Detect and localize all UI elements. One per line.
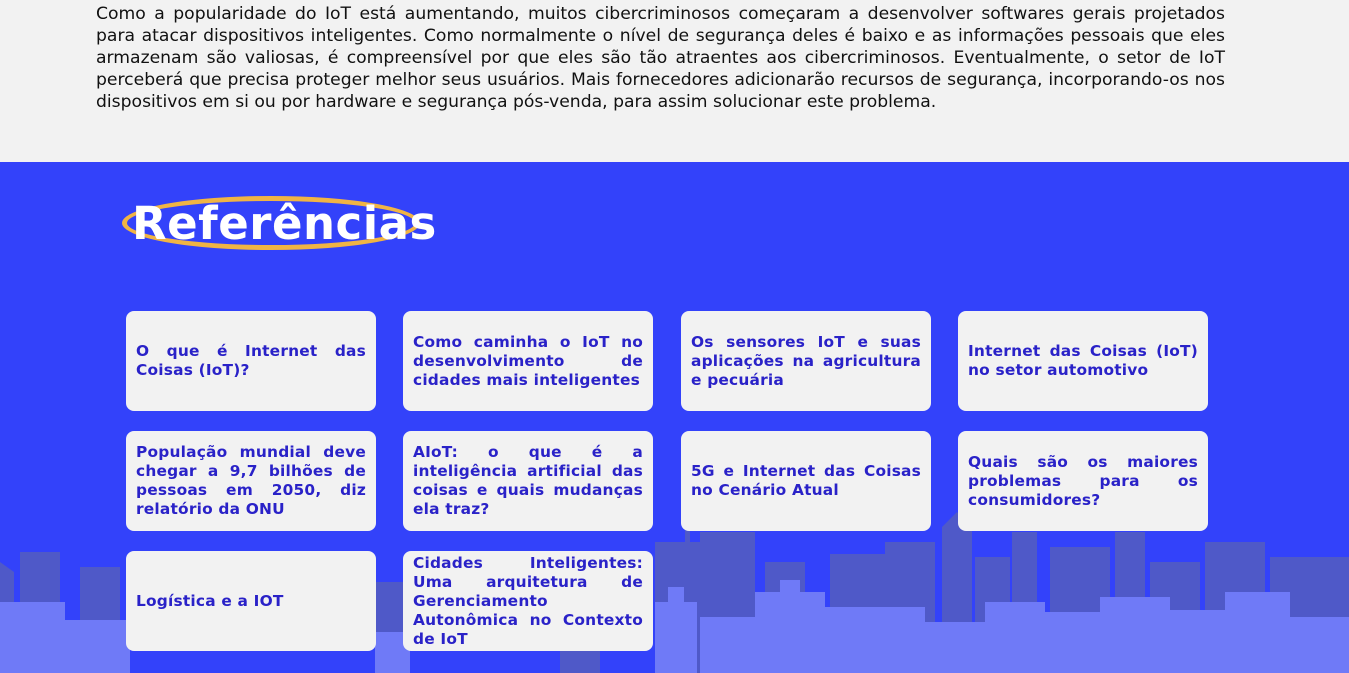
references-heading: Referências xyxy=(120,192,436,258)
reference-link-text[interactable]: Logística e a IOT xyxy=(136,592,366,611)
reference-link-text[interactable]: AIoT: o que é a inteligência artificial … xyxy=(413,443,643,519)
reference-card[interactable]: Internet das Coisas (IoT) no setor autom… xyxy=(958,311,1208,411)
reference-card[interactable]: Cidades Inteligentes: Uma arquitetura de… xyxy=(403,551,653,651)
intro-paragraph: Como a popularidade do IoT está aumentan… xyxy=(96,4,1225,112)
reference-link-text[interactable]: Quais são os maiores problemas para os c… xyxy=(968,453,1198,510)
reference-link-text[interactable]: População mundial deve chegar a 9,7 bilh… xyxy=(136,443,366,519)
reference-link-text[interactable]: Como caminha o IoT no desenvolvimento de… xyxy=(413,333,643,390)
reference-card[interactable]: Quais são os maiores problemas para os c… xyxy=(958,431,1208,531)
reference-link-text[interactable]: Internet das Coisas (IoT) no setor autom… xyxy=(968,342,1198,380)
reference-card[interactable]: AIoT: o que é a inteligência artificial … xyxy=(403,431,653,531)
reference-card[interactable]: O que é Internet das Coisas (IoT)? xyxy=(126,311,376,411)
intro-section: Como a popularidade do IoT está aumentan… xyxy=(96,0,1225,113)
reference-card[interactable]: Como caminha o IoT no desenvolvimento de… xyxy=(403,311,653,411)
reference-card[interactable]: 5G e Internet das Coisas no Cenário Atua… xyxy=(681,431,931,531)
reference-card[interactable]: População mundial deve chegar a 9,7 bilh… xyxy=(126,431,376,531)
reference-link-text[interactable]: 5G e Internet das Coisas no Cenário Atua… xyxy=(691,462,921,500)
reference-link-text[interactable]: Cidades Inteligentes: Uma arquitetura de… xyxy=(413,554,643,649)
references-title: Referências xyxy=(132,197,437,250)
reference-link-text[interactable]: Os sensores IoT e suas aplicações na agr… xyxy=(691,333,921,390)
reference-card[interactable]: Logística e a IOT xyxy=(126,551,376,651)
reference-card[interactable]: Os sensores IoT e suas aplicações na agr… xyxy=(681,311,931,411)
reference-link-text[interactable]: O que é Internet das Coisas (IoT)? xyxy=(136,342,366,380)
references-section: Referências O que é Internet das Coisas … xyxy=(0,162,1349,673)
